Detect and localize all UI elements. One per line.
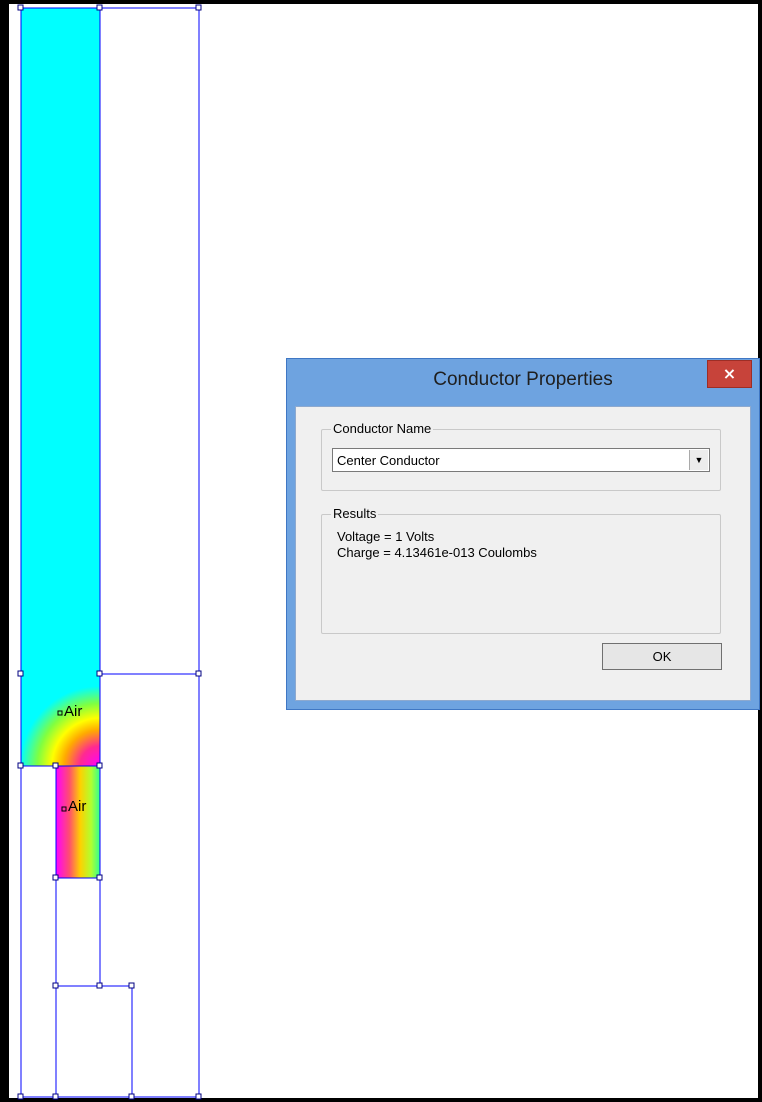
- field-region-stem: [56, 766, 100, 878]
- viewport-border-top: [0, 0, 762, 4]
- voltage-result: Voltage = 1 Volts: [337, 529, 435, 544]
- close-icon: ×: [722, 364, 737, 383]
- region-label-air[interactable]: Air: [68, 798, 86, 815]
- close-button[interactable]: ×: [707, 360, 752, 388]
- ok-button[interactable]: OK: [602, 643, 722, 670]
- conductor-name-value: Center Conductor: [337, 453, 440, 468]
- dialog-title: Conductor Properties: [433, 369, 613, 390]
- results-group: Results Voltage = 1 Volts Charge = 4.134…: [321, 506, 721, 634]
- conductor-properties-dialog: Conductor Properties × Conductor Name Ce…: [286, 358, 760, 710]
- results-label: Results: [331, 506, 379, 521]
- conductor-name-label: Conductor Name: [331, 421, 434, 436]
- charge-result: Charge = 4.13461e-013 Coulombs: [337, 545, 537, 560]
- region-label-air[interactable]: Air: [64, 703, 82, 720]
- viewport-border-left: [0, 0, 9, 1102]
- conductor-name-group: Conductor Name Center Conductor ▼: [321, 421, 721, 491]
- field-region-corner: [21, 640, 100, 766]
- dialog-body: Conductor Name Center Conductor ▼ Result…: [295, 406, 751, 701]
- chevron-down-icon[interactable]: ▼: [689, 450, 708, 470]
- viewport-border-bottom: [0, 1098, 762, 1102]
- conductor-name-select[interactable]: Center Conductor ▼: [332, 448, 710, 472]
